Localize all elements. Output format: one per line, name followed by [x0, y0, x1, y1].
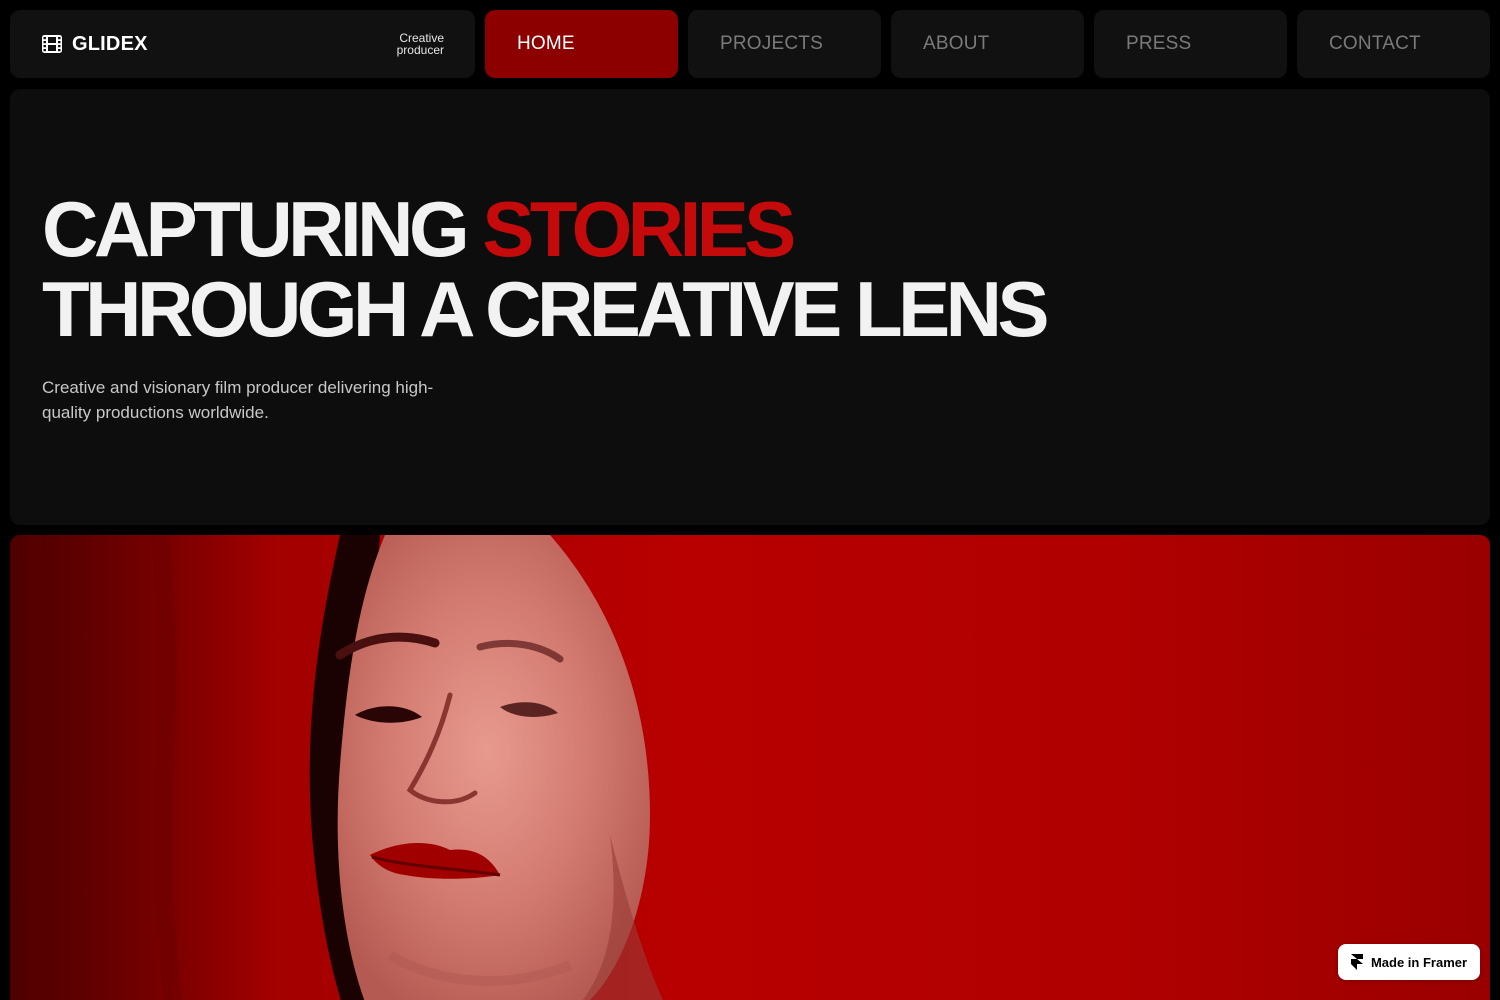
- headline-line2: THROUGH A CREATIVE LENS: [42, 265, 1049, 353]
- film-icon: [42, 35, 62, 53]
- nav-item-about[interactable]: ABOUT: [891, 10, 1084, 78]
- hero-subtext: Creative and visionary film producer del…: [42, 378, 434, 422]
- nav-item-contact[interactable]: CONTACT: [1297, 10, 1490, 78]
- page: GLIDEX Creative producer HOME PROJECTS A…: [0, 0, 1500, 1000]
- badge-label: Made in Framer: [1370, 954, 1468, 970]
- hero-headline: CAPTURING STORIES THROUGH A CREATIVE LEN…: [42, 189, 1049, 349]
- brand-card[interactable]: GLIDEX Creative producer: [10, 10, 475, 78]
- brand-logo[interactable]: GLIDEX: [42, 33, 148, 56]
- brand-name: GLIDEX: [72, 32, 148, 55]
- hero-image: [10, 535, 1490, 1000]
- brand-tagline: Creative producer: [397, 32, 444, 56]
- top-navigation: GLIDEX Creative producer HOME PROJECTS A…: [10, 10, 1490, 78]
- framer-icon: [1350, 954, 1363, 970]
- nav-item-projects[interactable]: PROJECTS: [688, 10, 881, 78]
- headline-accent: STORIES: [482, 185, 796, 273]
- portrait-image: [10, 535, 663, 1000]
- made-in-framer-badge[interactable]: Made in Framer: [1338, 944, 1480, 980]
- hero-section: CAPTURING STORIES THROUGH A CREATIVE LEN…: [10, 89, 1490, 525]
- brand-tagline-line2: producer: [396, 43, 444, 57]
- nav-item-press[interactable]: PRESS: [1094, 10, 1287, 78]
- headline-part1: CAPTURING: [42, 185, 470, 273]
- nav-item-home[interactable]: HOME: [485, 10, 678, 78]
